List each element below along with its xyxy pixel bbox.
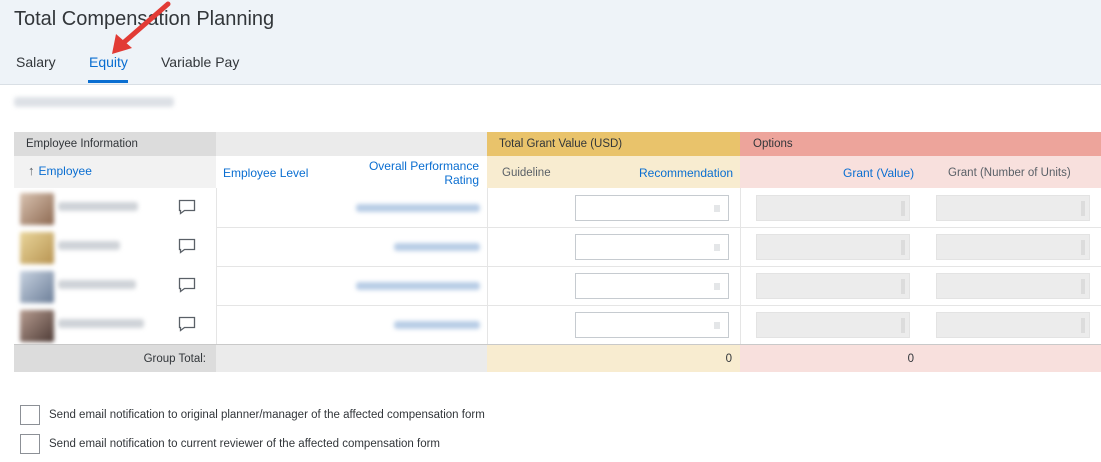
row-divider xyxy=(216,305,1101,306)
options-group-header xyxy=(740,132,1101,156)
grant-value-field xyxy=(756,195,910,221)
grant-value-field xyxy=(756,234,910,260)
blurred-subtitle xyxy=(14,97,174,107)
group-total-grant-value: 0 xyxy=(907,353,914,365)
row-divider xyxy=(216,266,1101,267)
notify-planner-checkbox[interactable] xyxy=(20,405,40,425)
row-divider xyxy=(216,227,1101,228)
blurred-employee-name xyxy=(58,319,144,328)
recommendation-input[interactable] xyxy=(575,273,729,299)
group-total-label: Group Total: xyxy=(143,353,206,365)
grant-units-field xyxy=(936,195,1090,221)
comment-icon[interactable] xyxy=(178,277,196,293)
guideline-column-label: Guideline xyxy=(502,167,551,179)
avatar xyxy=(20,232,54,264)
comment-icon[interactable] xyxy=(178,316,196,332)
employee-sort-header[interactable]: ↑ Employee xyxy=(28,163,92,178)
blurred-employee-name xyxy=(58,202,138,211)
employee-level-column-label[interactable]: Employee Level xyxy=(223,166,308,180)
page-header: Total Compensation Planning Salary Equit… xyxy=(0,0,1101,85)
grant-units-field xyxy=(936,312,1090,338)
employee-column-label: Employee xyxy=(38,163,92,178)
notify-planner-label: Send email notification to original plan… xyxy=(49,409,485,421)
comment-icon[interactable] xyxy=(178,199,196,215)
avatar xyxy=(20,193,54,225)
employee-information-heading: Employee Information xyxy=(26,138,138,150)
avatar xyxy=(20,310,54,342)
sort-ascending-icon: ↑ xyxy=(28,163,35,178)
blurred-employee-name xyxy=(58,280,136,289)
total-grant-value-heading: Total Grant Value (USD) xyxy=(499,138,623,150)
grant-value-field xyxy=(756,273,910,299)
recommendation-column-label[interactable]: Recommendation xyxy=(639,166,733,180)
recommendation-input[interactable] xyxy=(575,234,729,260)
avatar xyxy=(20,271,54,303)
blurred-performance-rating xyxy=(394,321,480,329)
active-tab-indicator xyxy=(88,80,128,83)
group-total-divider xyxy=(14,344,1101,345)
blank-group-header xyxy=(216,132,487,156)
notify-reviewer-option: Send email notification to current revie… xyxy=(20,434,440,454)
blurred-employee-name xyxy=(58,241,120,250)
blurred-performance-rating xyxy=(356,204,480,212)
grant-value-column-label[interactable]: Grant (Value) xyxy=(843,166,914,180)
grant-units-field xyxy=(936,234,1090,260)
options-heading: Options xyxy=(753,138,793,150)
group-total-recommendation: 0 xyxy=(725,353,732,365)
notify-reviewer-checkbox[interactable] xyxy=(20,434,40,454)
grant-value-field xyxy=(756,312,910,338)
comment-icon[interactable] xyxy=(178,238,196,254)
tab-salary[interactable]: Salary xyxy=(16,54,56,70)
blurred-performance-rating xyxy=(394,243,480,251)
recommendation-input[interactable] xyxy=(575,195,729,221)
recommendation-input[interactable] xyxy=(575,312,729,338)
notify-planner-option: Send email notification to original plan… xyxy=(20,405,485,425)
grant-units-field xyxy=(936,273,1090,299)
red-arrow-annotation-icon xyxy=(112,1,171,54)
notify-reviewer-label: Send email notification to current revie… xyxy=(49,438,440,450)
overall-performance-rating-column-label[interactable]: Overall Performance Rating xyxy=(359,159,479,187)
group-total-options-cell xyxy=(740,344,1101,372)
group-total-blank-cell xyxy=(216,344,487,372)
grant-units-column-label: Grant (Number of Units) xyxy=(948,167,1071,179)
blurred-performance-rating xyxy=(356,282,480,290)
